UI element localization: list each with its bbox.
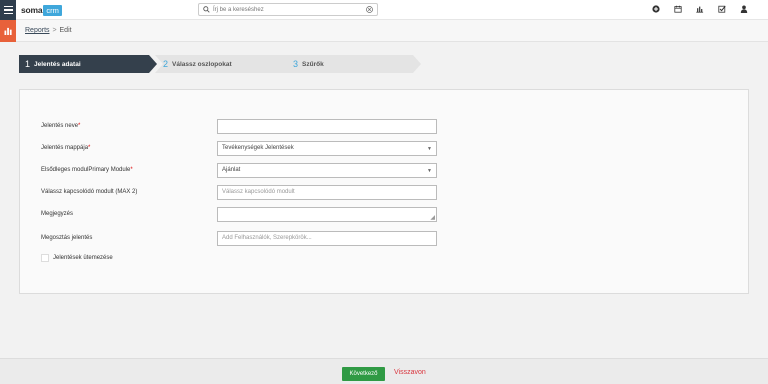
cancel-link[interactable]: Visszavon: [394, 369, 426, 376]
step-number: 1: [25, 59, 31, 69]
search-input[interactable]: Írj be a kereséshez: [210, 7, 366, 13]
reports-icon[interactable]: [0, 20, 16, 42]
related-modules-label: Válassz kapcsolódó modult (MAX 2): [41, 189, 138, 195]
logo-text: soma: [21, 5, 43, 15]
report-folder-label: Jelentés mappája*: [41, 145, 91, 151]
step-number: 3: [293, 59, 299, 69]
task-check-icon[interactable]: [717, 5, 726, 16]
step-label: Válassz oszlopokat: [172, 60, 232, 68]
schedule-checkbox[interactable]: [41, 254, 49, 262]
chevron-down-icon: ▼: [427, 168, 432, 174]
step-filters[interactable]: 3 Szűrők: [283, 55, 421, 73]
note-label: Megjegyzés: [41, 211, 74, 217]
form-row-primary-module: Elsődleges modulPrimary Module* Ajánlat …: [20, 163, 748, 178]
menu-icon[interactable]: [0, 0, 16, 20]
resize-grip-icon[interactable]: ◢: [430, 215, 435, 221]
chevron-down-icon: ▼: [427, 146, 432, 152]
breadcrumb-reports-link[interactable]: Reports: [25, 27, 50, 34]
breadcrumb-current: Edit: [59, 27, 72, 34]
calendar-icon[interactable]: [673, 5, 682, 16]
primary-module-label: Elsődleges modulPrimary Module*: [41, 167, 133, 173]
form-row-report-name: Jelentés neve*: [20, 119, 748, 134]
report-folder-select[interactable]: Tevékenységek Jelentések ▼: [217, 141, 437, 156]
top-navbar: soma crm Írj be a kereséshez: [0, 0, 768, 20]
schedule-label: Jelentések ütemezése: [53, 255, 113, 261]
form-row-note: Megjegyzés ◢: [20, 207, 748, 222]
search-icon: [203, 6, 210, 13]
clear-search-icon[interactable]: [366, 6, 373, 13]
footer-bar: Következő Visszavon: [0, 358, 768, 384]
primary-module-select[interactable]: Ajánlat ▼: [217, 163, 437, 178]
note-textarea[interactable]: ◢: [217, 207, 437, 222]
next-button[interactable]: Következő: [342, 367, 385, 381]
share-label: Megosztás jelentés: [41, 235, 93, 241]
step-label: Szűrők: [302, 60, 324, 68]
add-icon[interactable]: [651, 5, 660, 16]
form-row-report-folder: Jelentés mappája* Tevékenységek Jelentés…: [20, 141, 748, 156]
step-report-details[interactable]: 1 Jelentés adatai: [19, 55, 157, 73]
form-row-share: Megosztás jelentés Add Felhasználók, Sze…: [20, 231, 748, 246]
report-name-input[interactable]: [217, 119, 437, 134]
step-number: 2: [163, 59, 169, 69]
report-details-form: Jelentés neve* Jelentés mappája* Tevéken…: [19, 89, 749, 294]
user-icon[interactable]: [739, 5, 748, 16]
share-input[interactable]: Add Felhasználók, Szerepkörök...: [217, 231, 437, 246]
breadcrumb: Reports > Edit: [25, 27, 72, 34]
related-modules-input[interactable]: Válassz kapcsolódó modult: [217, 185, 437, 200]
chart-icon[interactable]: [695, 5, 704, 16]
breadcrumb-bar: Reports > Edit: [0, 20, 768, 42]
schedule-reports-toggle[interactable]: Jelentések ütemezése: [41, 254, 113, 262]
primary-module-value: Ajánlat: [222, 167, 241, 173]
step-label: Jelentés adatai: [34, 60, 81, 68]
wizard-steps: 1 Jelentés adatai 2 Válassz oszlopokat 3…: [19, 55, 421, 73]
breadcrumb-separator: >: [52, 27, 57, 34]
logo[interactable]: soma crm: [21, 4, 62, 16]
global-search[interactable]: Írj be a kereséshez: [198, 3, 378, 16]
report-name-label: Jelentés neve*: [41, 123, 81, 129]
form-row-related-modules: Válassz kapcsolódó modult (MAX 2) Válass…: [20, 185, 748, 200]
report-folder-value: Tevékenységek Jelentések: [222, 145, 294, 151]
step-select-columns[interactable]: 2 Válassz oszlopokat: [155, 55, 293, 73]
logo-badge: crm: [43, 4, 62, 16]
